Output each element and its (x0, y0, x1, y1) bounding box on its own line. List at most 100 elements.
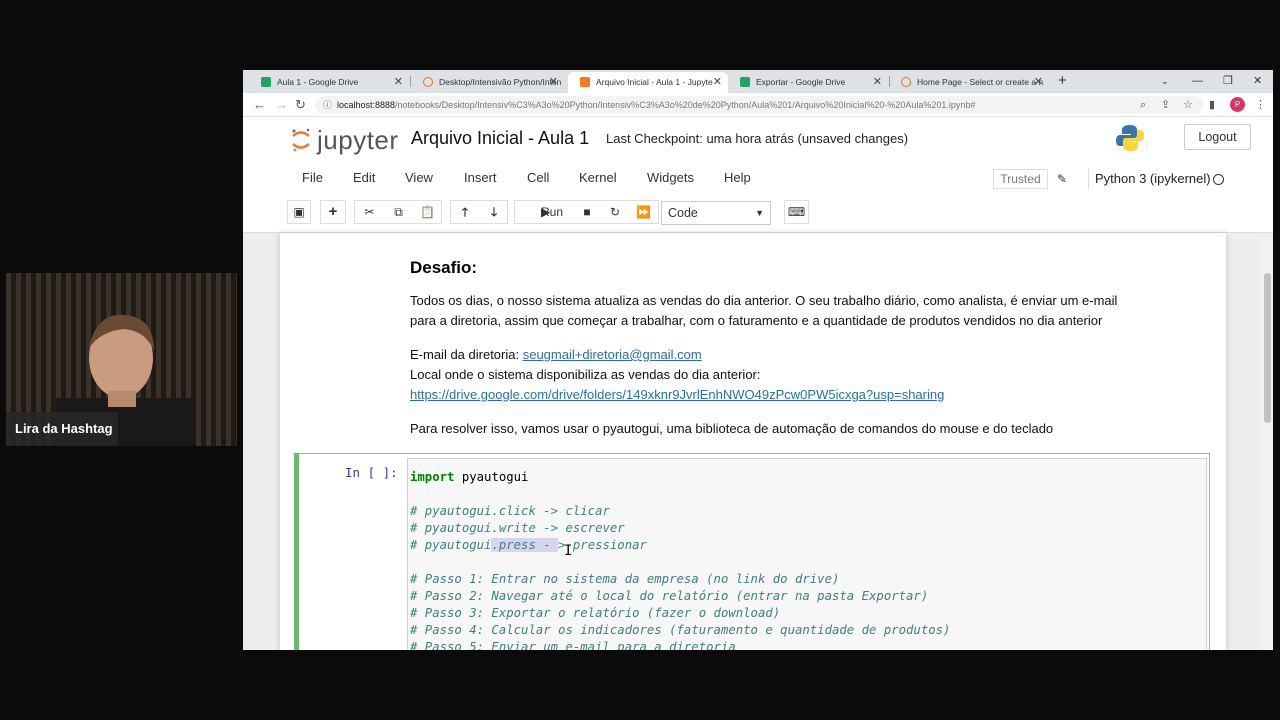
close-icon[interactable]: ✕ (394, 72, 403, 92)
tab-search-icon[interactable]: ⌄ (1161, 70, 1169, 92)
interrupt-icon[interactable]: ■ (573, 201, 601, 223)
drive-link-line: https://drive.google.com/drive/folders/1… (410, 385, 944, 405)
minimize-icon[interactable]: — (1192, 70, 1203, 92)
code-comment-step1: # Passo 1: Entrar no sistema da empresa … (410, 572, 840, 586)
menu-kernel[interactable]: Kernel (579, 163, 617, 193)
module-name: pyautogui (454, 470, 529, 484)
jupyter-icon (901, 77, 911, 87)
forward-icon[interactable]: → (275, 96, 288, 114)
browser-menu-icon[interactable]: ⋮ (1255, 97, 1266, 113)
tab-google-drive[interactable]: Aula 1 - Google Drive ✕ (249, 72, 409, 93)
trusted-indicator[interactable]: Trusted (993, 169, 1048, 189)
tab-strip: Aula 1 - Google Drive ✕ Desktop/Intensiv… (243, 70, 1273, 93)
tab-home-page[interactable]: Home Page - Select or create a n ✕ (889, 72, 1049, 93)
run-group: ▶ Run ■ ↻ ⏩ (514, 200, 659, 224)
tab-exportar-drive[interactable]: Exportar - Google Drive ✕ (728, 72, 888, 93)
code-cell[interactable]: In [ ]: import pyautogui # pyautogui.cli… (294, 453, 1210, 650)
close-icon[interactable]: ✕ (549, 72, 558, 92)
cell-type-value: Code (668, 206, 698, 220)
jupyter-logo-icon (292, 128, 310, 152)
scrollbar-thumb[interactable] (1264, 273, 1271, 423)
notebook-title[interactable]: Arquivo Inicial - Aula 1 (411, 126, 589, 150)
cell-type-select[interactable]: Code ▼ (661, 201, 771, 225)
keyword-import: import (410, 470, 455, 484)
tab-label: Desktop/Intensivão Python/Inten (439, 77, 562, 87)
menu-edit[interactable]: Edit (353, 163, 375, 193)
paste-icon[interactable]: 📋 (413, 201, 442, 223)
close-icon[interactable]: ✕ (873, 72, 882, 92)
command-palette-button[interactable]: ⌨ (784, 200, 809, 224)
url-host: localhost:8888 (337, 100, 396, 110)
markdown-heading: Desafio: (410, 258, 478, 277)
run-label: Run (541, 205, 564, 219)
maximize-icon[interactable]: ❐ (1223, 70, 1233, 92)
drive-link[interactable]: https://drive.google.com/drive/folders/1… (410, 387, 944, 402)
menu-file[interactable]: File (302, 163, 323, 193)
insert-cell-button[interactable]: + (320, 200, 346, 224)
email-link[interactable]: seugmail+diretoria@gmail.com (523, 347, 702, 362)
local-label: Local onde o sistema disponibiliza as ve… (410, 367, 761, 382)
share-icon[interactable]: ⇪ (1161, 97, 1170, 113)
plus-icon: + (328, 203, 338, 220)
url-path: /notebooks/Desktop/Intensiv%C3%A3o%20Pyt… (395, 100, 976, 110)
markdown-paragraph-line1: Todos os dias, o nosso sistema atualiza … (410, 293, 1118, 308)
logout-button[interactable]: Logout (1184, 124, 1251, 150)
reload-icon[interactable]: ↻ (295, 96, 306, 114)
bookmark-star-icon[interactable]: ☆ (1183, 97, 1193, 113)
clipboard-group: ✂ ⧉ 📋 (354, 200, 442, 224)
edit-pencil-icon[interactable]: ✎ (1057, 169, 1067, 189)
cell-prompt: In [ ]: (345, 465, 398, 480)
email-line: E-mail da diretoria: seugmail+diretoria@… (410, 345, 702, 365)
text-cursor-icon: I (564, 543, 573, 559)
sidepanel-icon[interactable]: ▮ (1209, 97, 1215, 113)
code-comment-click: # pyautogui.click -> clicar (410, 504, 610, 518)
tab-label: Arquivo Inicial - Aula 1 - Jupyte (596, 77, 713, 87)
menu-insert[interactable]: Insert (464, 163, 497, 193)
screen: Lira da Hashtag Aula 1 - Google Drive ✕ … (0, 0, 1280, 720)
notebook-area: Desafio: Todos os dias, o nosso sistema … (243, 232, 1273, 650)
code-editor[interactable]: import pyautogui # pyautogui.click -> cl… (407, 458, 1207, 650)
menu-widgets[interactable]: Widgets (647, 163, 694, 193)
save-icon: ▣ (293, 205, 305, 219)
tab-label: Home Page - Select or create a n (917, 77, 1044, 87)
browser-window: Aula 1 - Google Drive ✕ Desktop/Intensiv… (243, 70, 1273, 650)
close-icon[interactable]: ✕ (1034, 72, 1043, 92)
zoom-icon[interactable]: ⌕ (1140, 97, 1146, 113)
webcam-overlay: Lira da Hashtag (6, 273, 237, 446)
window-close-icon[interactable]: ✕ (1253, 70, 1262, 92)
move-up-icon[interactable]: 🡑 (451, 201, 479, 223)
back-icon[interactable]: ← (253, 96, 266, 114)
menu-help[interactable]: Help (724, 163, 751, 193)
close-icon[interactable]: ✕ (713, 72, 722, 92)
tab-desktop-folder[interactable]: Desktop/Intensivão Python/Inten ✕ (411, 72, 564, 93)
text-selection: .press - (491, 538, 559, 552)
code-comment-write: # pyautogui.write -> escrever (410, 521, 625, 535)
fast-forward-icon[interactable]: ⏩ (629, 201, 658, 223)
new-tab-button[interactable]: + (1058, 70, 1067, 92)
checkpoint-status: Last Checkpoint: uma hora atrás (unsaved… (606, 131, 909, 146)
jupyter-header: jupyter Arquivo Inicial - Aula 1 Last Ch… (243, 118, 1273, 232)
python-logo-icon (1116, 125, 1144, 151)
copy-icon[interactable]: ⧉ (384, 201, 413, 223)
menu-view[interactable]: View (405, 163, 433, 193)
drive-icon (261, 77, 271, 87)
drive-icon (740, 77, 750, 87)
jupyter-icon (580, 77, 590, 87)
tab-arquivo-inicial[interactable]: Arquivo Inicial - Aula 1 - Jupyte ✕ (568, 72, 728, 93)
keyboard-icon: ⌨ (787, 205, 806, 219)
chevron-down-icon: ▼ (755, 208, 764, 218)
save-button[interactable]: ▣ (287, 200, 311, 224)
run-button[interactable]: ▶ Run (515, 201, 567, 223)
menu-cell[interactable]: Cell (527, 163, 549, 193)
url-field[interactable]: ⓘ localhost:8888/notebooks/Desktop/Inten… (315, 96, 1203, 114)
markdown-paragraph-line2: para a diretoria, assim que começar a tr… (410, 313, 1103, 328)
page-scrollbar[interactable] (1262, 233, 1273, 650)
profile-avatar[interactable]: P (1230, 97, 1245, 112)
restart-icon[interactable]: ↻ (601, 201, 629, 223)
jupyter-logo-text: jupyter (317, 125, 399, 155)
notebook-page: Desafio: Todos os dias, o nosso sistema … (280, 233, 1226, 650)
move-down-icon[interactable]: 🡓 (480, 201, 508, 223)
info-icon: ⓘ (323, 100, 333, 110)
code-line-import: import pyautogui (410, 469, 528, 486)
cut-icon[interactable]: ✂ (355, 201, 384, 223)
